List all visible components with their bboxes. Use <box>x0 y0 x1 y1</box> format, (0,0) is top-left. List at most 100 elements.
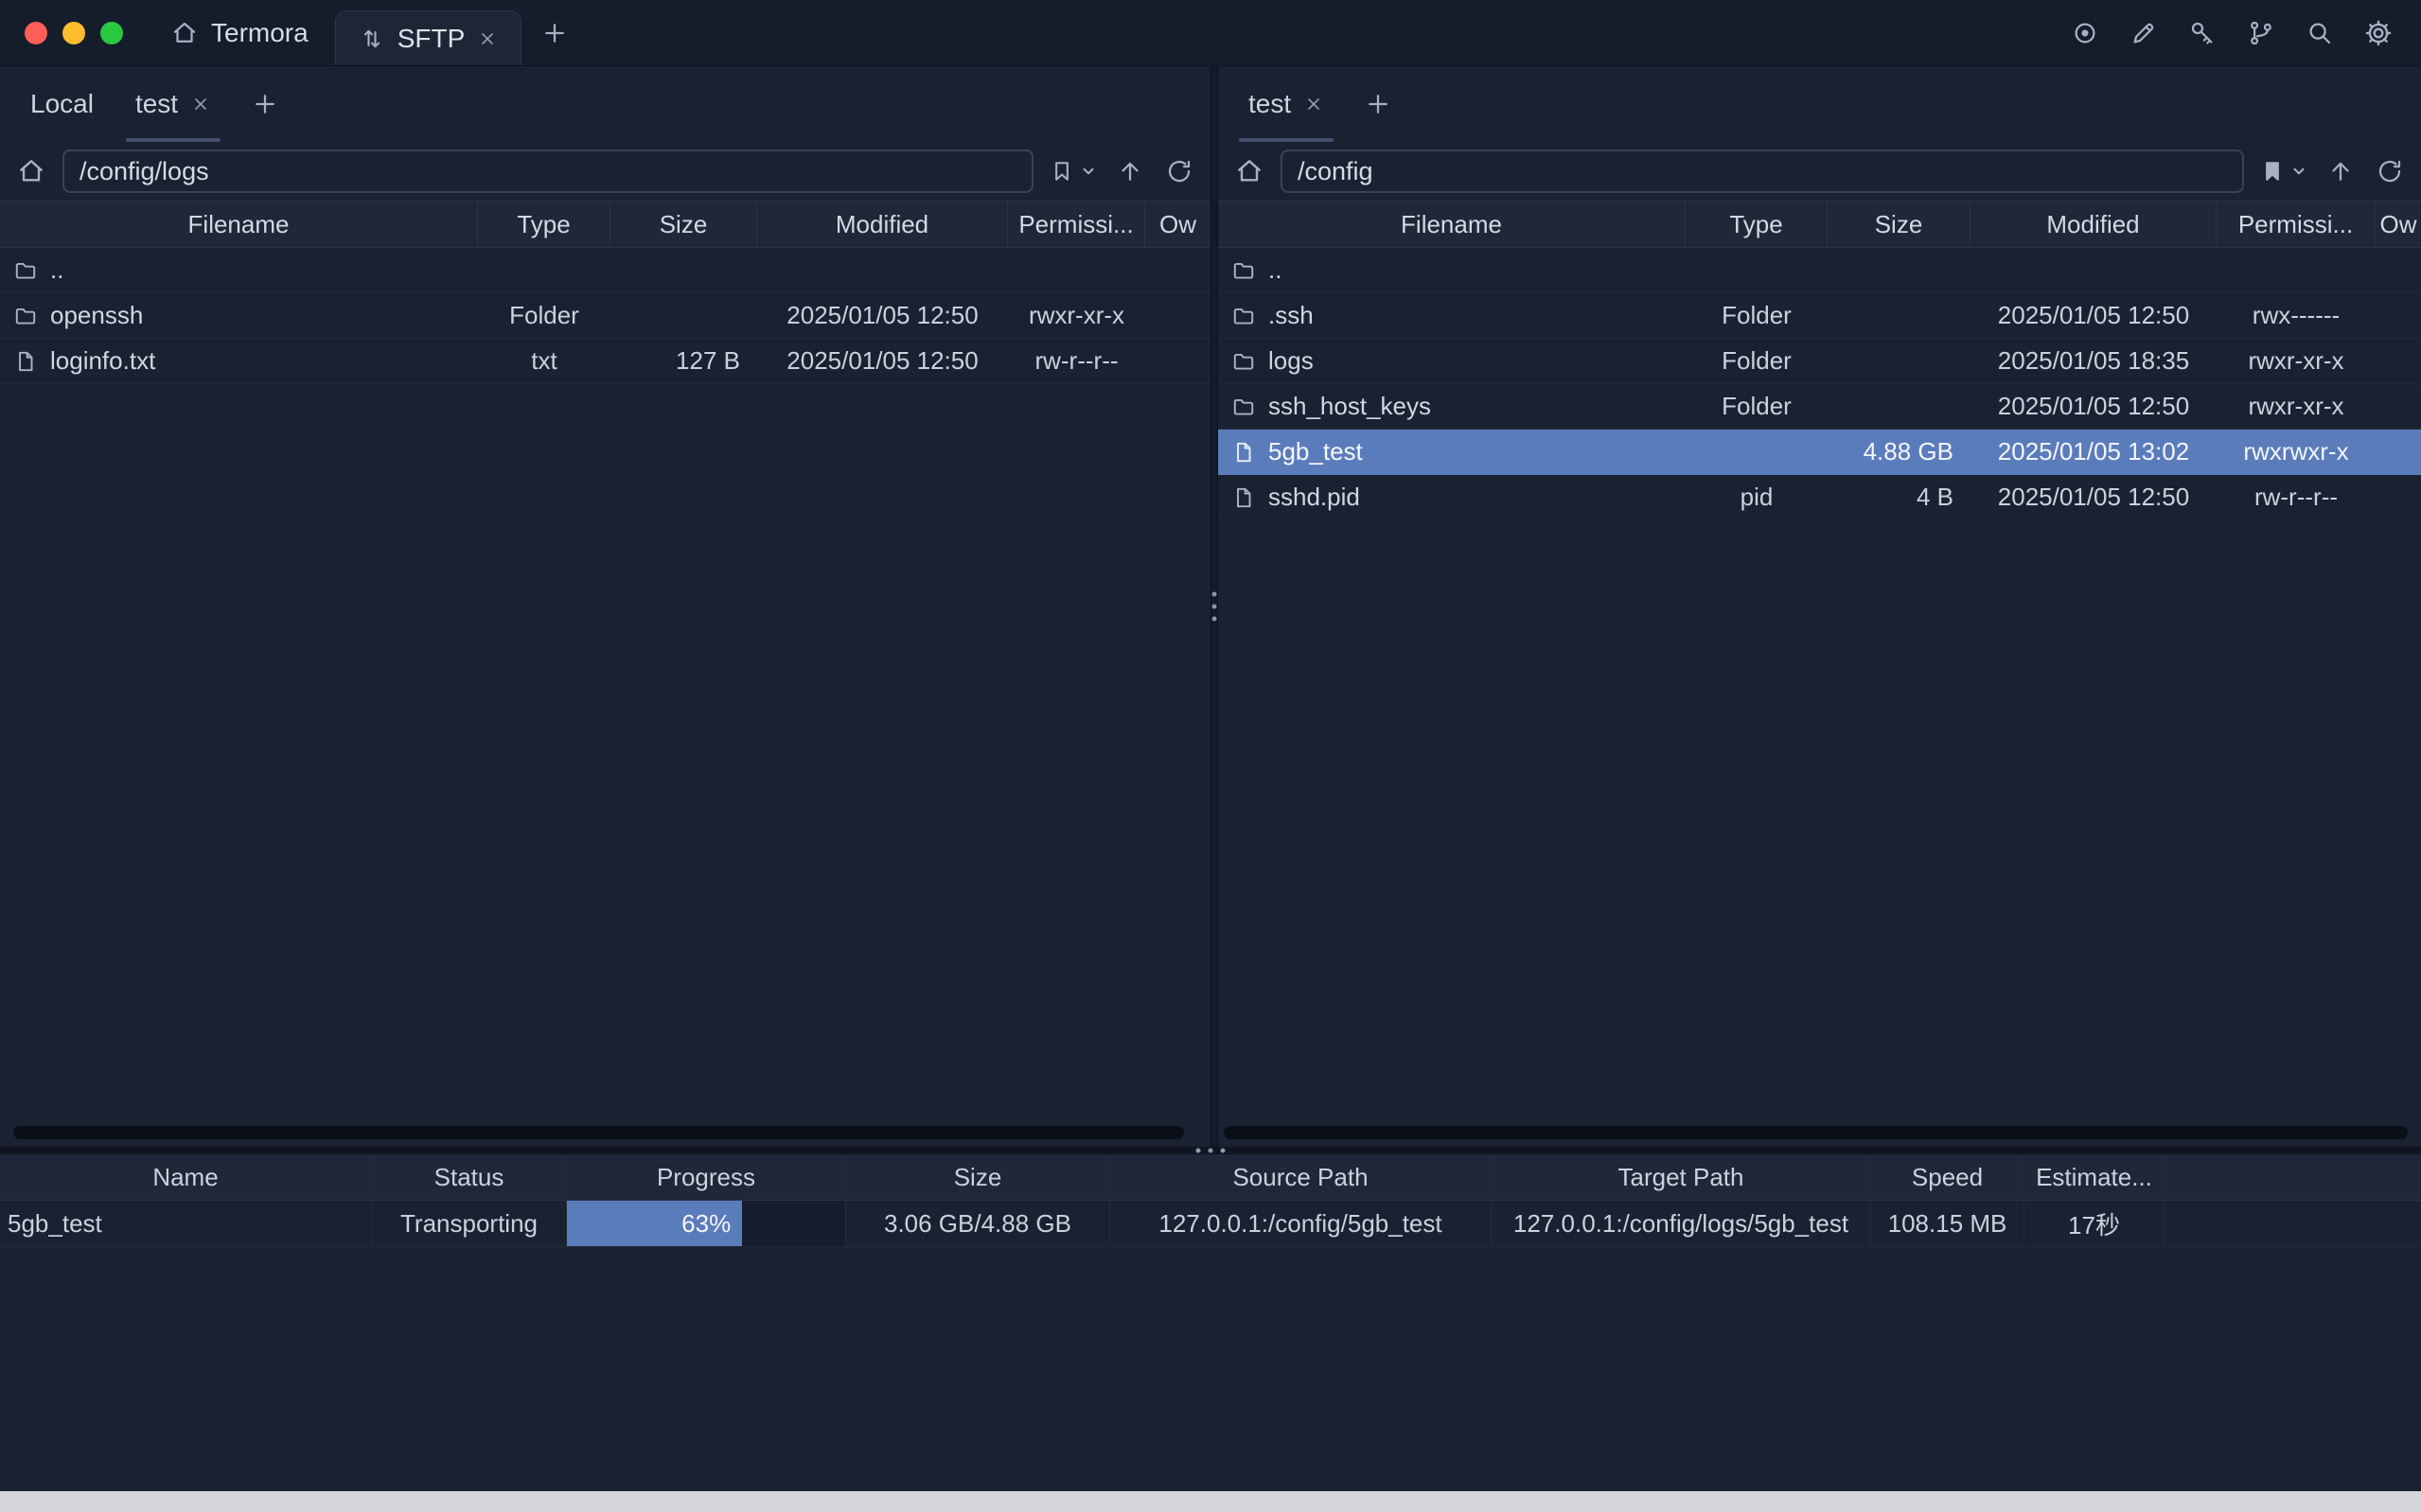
close-tab-icon[interactable] <box>477 28 498 49</box>
owner-cell <box>2376 339 2421 383</box>
left-pane-tabs: Local test <box>0 66 1210 142</box>
home-icon[interactable] <box>1233 155 1265 187</box>
folder-icon <box>1231 395 1256 419</box>
table-row[interactable]: logs Folder 2025/01/05 18:35 rwxr-xr-x <box>1218 339 2421 384</box>
refresh-icon[interactable] <box>1163 155 1195 187</box>
git-branch-icon[interactable] <box>2245 17 2277 49</box>
column-type[interactable]: Type <box>1686 202 1828 247</box>
size-cell: 4.88 GB <box>1828 430 1970 474</box>
add-session-tab-button[interactable] <box>232 66 298 142</box>
parent-directory-icon[interactable] <box>1114 155 1146 187</box>
filename: .ssh <box>1268 301 1314 330</box>
transfer-row[interactable]: 5gb_test Transporting 63% 3.06 GB/4.88 G… <box>0 1201 2421 1247</box>
column-permissions[interactable]: Permissi... <box>2217 202 2376 247</box>
column-size[interactable]: Size <box>610 202 757 247</box>
add-session-tab-button[interactable] <box>1345 66 1411 142</box>
transfers-splitter-horizontal[interactable] <box>0 1147 2421 1154</box>
tab-termora[interactable]: Termora <box>144 0 335 65</box>
column-name[interactable]: Name <box>0 1154 372 1200</box>
column-modified[interactable]: Modified <box>757 202 1008 247</box>
column-progress[interactable]: Progress <box>567 1154 846 1200</box>
column-filename[interactable]: Filename <box>1218 202 1686 247</box>
column-permissions[interactable]: Permissi... <box>1008 202 1145 247</box>
table-row[interactable]: ssh_host_keys Folder 2025/01/05 12:50 rw… <box>1218 384 2421 430</box>
size-cell <box>1828 339 1970 383</box>
refresh-icon[interactable] <box>2374 155 2406 187</box>
transfer-source-path: 127.0.0.1:/config/5gb_test <box>1110 1201 1492 1246</box>
new-tab-button[interactable] <box>540 19 569 47</box>
transfer-size: 3.06 GB/4.88 GB <box>846 1201 1110 1246</box>
bookmark-button[interactable] <box>2259 158 2307 185</box>
key-icon[interactable] <box>2186 17 2218 49</box>
table-row[interactable]: loginfo.txt txt 127 B 2025/01/05 12:50 r… <box>0 339 1210 384</box>
transfer-spacer <box>2165 1201 2421 1246</box>
column-source-path[interactable]: Source Path <box>1110 1154 1492 1200</box>
owner-cell <box>1145 248 1210 292</box>
left-path-input[interactable] <box>62 149 1034 193</box>
close-window-button[interactable] <box>25 22 47 44</box>
column-owner[interactable]: Ow <box>2376 202 2421 247</box>
zoom-window-button[interactable] <box>100 22 123 44</box>
transfers-empty-area <box>0 1247 2421 1491</box>
column-speed[interactable]: Speed <box>1871 1154 2024 1200</box>
column-filename[interactable]: Filename <box>0 202 478 247</box>
home-icon[interactable] <box>15 155 47 187</box>
right-path-input[interactable] <box>1281 149 2244 193</box>
table-row-selected[interactable]: 5gb_test 4.88 GB 2025/01/05 13:02 rwxrwx… <box>1218 430 2421 475</box>
owner-cell <box>2376 293 2421 338</box>
traffic-lights <box>0 22 144 44</box>
tab-test-left[interactable]: test <box>115 66 232 142</box>
filename: logs <box>1268 346 1314 376</box>
right-path-actions <box>2259 155 2406 187</box>
settings-gear-icon[interactable] <box>2362 17 2394 49</box>
column-modified[interactable]: Modified <box>1970 202 2217 247</box>
table-row[interactable]: openssh Folder 2025/01/05 12:50 rwxr-xr-… <box>0 293 1210 339</box>
tab-local[interactable]: Local <box>9 66 115 142</box>
tab-sftp[interactable]: SFTP <box>335 10 522 65</box>
tab-test-right[interactable]: test <box>1228 66 1345 142</box>
close-tab-icon[interactable] <box>190 94 211 114</box>
column-size[interactable]: Size <box>846 1154 1110 1200</box>
type-cell: Folder <box>1686 293 1828 338</box>
size-cell <box>610 293 757 338</box>
termora-window: Termora SFTP <box>0 0 2421 1512</box>
close-tab-icon[interactable] <box>1303 94 1324 114</box>
size-cell: 4 B <box>1828 475 1970 519</box>
horizontal-scrollbar-thumb[interactable] <box>1224 1126 2408 1139</box>
column-target-path[interactable]: Target Path <box>1492 1154 1871 1200</box>
permissions-cell: rwxrwxr-x <box>2217 430 2376 474</box>
transfer-speed: 108.15 MB <box>1871 1201 2024 1246</box>
column-status[interactable]: Status <box>372 1154 567 1200</box>
table-row[interactable]: .ssh Folder 2025/01/05 12:50 rwx------ <box>1218 293 2421 339</box>
tab-termora-label: Termora <box>211 18 309 48</box>
column-type[interactable]: Type <box>478 202 610 247</box>
bookmark-button[interactable] <box>1049 158 1097 185</box>
permissions-cell: rwxr-xr-x <box>1008 293 1145 338</box>
horizontal-scrollbar-thumb[interactable] <box>13 1126 1184 1139</box>
edit-pencil-icon[interactable] <box>2128 17 2160 49</box>
filename: .. <box>50 255 63 285</box>
folder-icon <box>13 258 38 283</box>
left-path-bar <box>0 142 1210 201</box>
column-owner[interactable]: Ow <box>1145 202 1210 247</box>
column-estimate[interactable]: Estimate... <box>2024 1154 2165 1200</box>
modified-cell: 2025/01/05 12:50 <box>1970 475 2217 519</box>
splitter-grip-icon <box>1196 1149 1226 1153</box>
record-icon[interactable] <box>2069 17 2101 49</box>
transfer-target-path: 127.0.0.1:/config/logs/5gb_test <box>1492 1201 1871 1246</box>
pane-splitter-vertical[interactable] <box>1210 66 1218 1147</box>
table-row[interactable]: sshd.pid pid 4 B 2025/01/05 12:50 rw-r--… <box>1218 475 2421 520</box>
type-cell <box>478 248 610 292</box>
column-size[interactable]: Size <box>1828 202 1970 247</box>
size-cell <box>610 248 757 292</box>
sftp-panes: Local test <box>0 66 2421 1147</box>
search-icon[interactable] <box>2304 17 2336 49</box>
filename: sshd.pid <box>1268 483 1360 512</box>
table-row[interactable]: .. <box>1218 248 2421 293</box>
left-table-header: Filename Type Size Modified Permissi... … <box>0 201 1210 248</box>
filename: .. <box>1268 255 1281 285</box>
minimize-window-button[interactable] <box>62 22 85 44</box>
transfers-table: Name Status Progress Size Source Path Ta… <box>0 1154 2421 1247</box>
parent-directory-icon[interactable] <box>2324 155 2357 187</box>
table-row[interactable]: .. <box>0 248 1210 293</box>
